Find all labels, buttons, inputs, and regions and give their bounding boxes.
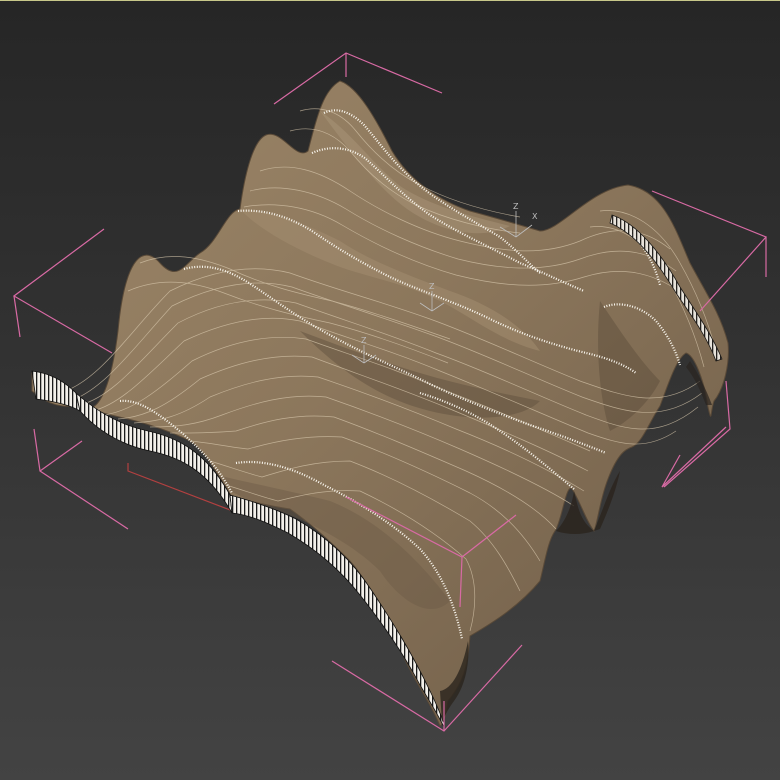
gizmo-axis-z-label: Z: [429, 282, 435, 291]
gizmo-axis-z-label: Z: [361, 336, 367, 345]
bracket-left: [12, 228, 113, 354]
viewport-scene[interactable]: Z X Z Z: [0, 1, 780, 780]
bracket-right-lower: [661, 426, 727, 488]
3d-viewport[interactable]: Z X Z Z: [0, 0, 780, 780]
gizmo-axis-z-label: Z: [513, 202, 519, 211]
bracket-bottom-left: [33, 428, 129, 530]
gizmo-axis-x-label: X: [532, 212, 538, 221]
